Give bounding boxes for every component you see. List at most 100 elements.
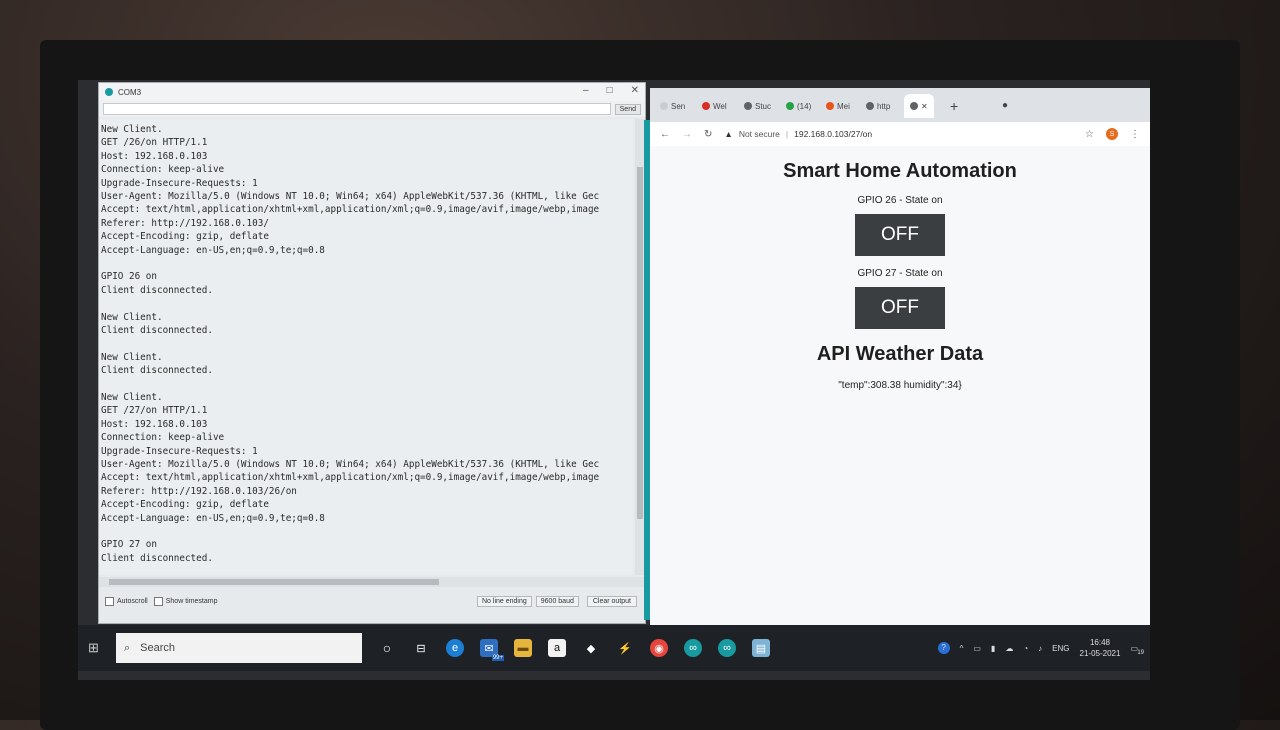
mail-icon[interactable]: ✉ 99+ — [480, 639, 504, 661]
taskbar-search[interactable]: ⌕ Search — [116, 633, 362, 663]
serial-line: User-Agent: Mozilla/5.0 (Windows NT 10.0… — [101, 459, 600, 470]
tab-strip: Sen Wel Stuc (14) Mei http ✕ + ● — [650, 88, 1150, 122]
serial-line: Connection: keep-alive — [101, 164, 225, 176]
serial-output: New Client. GET /26/on HTTP/1.1 Host: 192.… — [99, 119, 633, 575]
reload-icon[interactable]: ↻ — [704, 129, 712, 140]
menu-kebab-icon[interactable]: ⋮ — [1130, 129, 1140, 140]
battery-icon[interactable]: ▮ — [991, 644, 995, 653]
line-ending-select[interactable]: No line ending — [477, 595, 532, 607]
tab-search-icon[interactable]: ● — [1002, 100, 1008, 111]
search-icon: ⌕ — [124, 641, 131, 654]
serial-line: GET /27/on HTTP/1.1 — [101, 405, 208, 417]
gpio26-off-button[interactable]: OFF — [855, 214, 945, 256]
tab-6[interactable]: http — [866, 96, 890, 116]
close-button[interactable]: ✕ — [631, 85, 639, 96]
tidal-icon[interactable]: ⚡ — [616, 639, 634, 657]
tab-4[interactable]: (14) — [786, 96, 811, 116]
tab-2[interactable]: Wel — [702, 96, 727, 116]
serial-line — [99, 525, 101, 538]
serial-line: Accept: text/html,application/xhtml+xml,… — [101, 472, 600, 484]
back-icon[interactable]: ← — [660, 129, 670, 140]
serial-line — [99, 297, 101, 310]
serial-line: Accept-Encoding: gzip, deflate — [101, 231, 269, 243]
chevron-up-icon[interactable]: ^ — [960, 644, 964, 653]
serial-line — [99, 378, 101, 391]
serial-line — [99, 337, 101, 350]
edge-icon[interactable]: e — [446, 639, 464, 657]
serial-line: New Client. — [101, 392, 163, 403]
language-indicator[interactable]: ENG — [1052, 644, 1069, 653]
help-icon[interactable]: ? — [937, 642, 950, 654]
tab-3[interactable]: Stuc — [744, 96, 771, 116]
serial-line: New Client. — [101, 124, 163, 135]
chrome-icon[interactable]: ◉ — [650, 639, 668, 657]
maximize-button[interactable]: □ — [607, 85, 613, 96]
screen: COM3 – □ ✕ Send New Client. GET /26/on HT… — [78, 80, 1150, 680]
serial-line: New Client. — [101, 311, 163, 323]
tab-active[interactable]: ✕ — [904, 94, 934, 118]
clear-output-button[interactable]: Clear output — [586, 595, 637, 607]
send-button[interactable]: Send — [614, 103, 641, 115]
globe-icon — [910, 102, 918, 110]
arduino-taskbar-icon[interactable]: ∞ — [684, 639, 702, 657]
notepad-icon[interactable]: ▤ — [752, 639, 770, 657]
gpio27-off-button[interactable]: OFF — [855, 287, 945, 329]
serial-line: Accept-Encoding: gzip, deflate — [101, 499, 269, 511]
autoscroll-checkbox[interactable] — [105, 596, 114, 606]
cloud-icon[interactable]: ☁ — [1005, 644, 1013, 653]
url-text: 192.168.0.103/27/on — [794, 129, 873, 139]
clock[interactable]: 16:48 21-05-2021 — [1080, 637, 1121, 659]
serial-line: GPIO 26 on — [101, 271, 157, 283]
autoscroll-label: Autoscroll — [117, 597, 148, 605]
security-label: Not secure — [738, 129, 780, 139]
warning-icon: ▲ — [724, 129, 733, 139]
bookmark-star-icon[interactable]: ☆ — [1085, 129, 1094, 140]
taskbar: ⊞ ⌕ Search ○ ⊟ e ✉ 99+ ▬ a ◆ ⚡ ◉ ∞ ∞ ▤ ? … — [78, 625, 1150, 671]
arduino-icon — [105, 88, 113, 96]
serial-line: Upgrade-Insecure-Requests: 1 — [101, 445, 258, 457]
serial-line: Host: 192.168.0.103 — [101, 418, 208, 430]
tab-5[interactable]: Mei — [826, 96, 850, 116]
tab-close-icon[interactable]: ✕ — [921, 102, 928, 111]
serial-line: Referer: http://192.168.0.103/26/on — [101, 485, 297, 497]
folder-icon[interactable]: ▬ — [514, 639, 532, 657]
notification-icon[interactable]: ▭ 19 — [1130, 644, 1144, 656]
baud-select[interactable]: 9600 baud — [535, 595, 579, 607]
mail-badge: 99+ — [491, 655, 504, 661]
device-icon[interactable]: ▭ — [973, 644, 981, 653]
serial-line: Client disconnected. — [101, 284, 213, 296]
address-bar[interactable]: ▲ Not secure | 192.168.0.103/27/on — [724, 129, 872, 139]
dropbox-icon[interactable]: ◆ — [582, 639, 600, 657]
serial-send-input[interactable] — [103, 103, 611, 115]
new-tab-button[interactable]: + — [950, 98, 958, 114]
serial-line: Referer: http://192.168.0.103/ — [101, 217, 269, 229]
browser-window: Sen Wel Stuc (14) Mei http ✕ + ● ← → ↻ ▲… — [650, 88, 1150, 648]
volume-icon[interactable]: ♪ — [1038, 644, 1042, 653]
windows-start-icon[interactable]: ⊞ — [88, 640, 110, 656]
forward-icon[interactable]: → — [682, 129, 692, 140]
serial-monitor-window: COM3 – □ ✕ Send New Client. GET /26/on HT… — [98, 82, 646, 624]
serial-line: Connection: keep-alive — [101, 432, 225, 444]
serial-line: Accept: text/html,application/xhtml+xml,… — [101, 204, 600, 216]
search-placeholder: Search — [140, 642, 176, 654]
system-tray: ? ^ ▭ ▮ ☁ ◔ ♪ ENG 16:48 21-05-2021 ▭ 19 — [937, 625, 1150, 671]
amazon-icon[interactable]: a — [548, 639, 566, 657]
minimize-button[interactable]: – — [583, 85, 589, 96]
serial-line: Client disconnected. — [101, 365, 213, 377]
serial-line: User-Agent: Mozilla/5.0 (Windows NT 10.0… — [101, 191, 600, 202]
horizontal-scrollbar[interactable] — [99, 577, 645, 587]
timestamp-label: Show timestamp — [165, 597, 218, 605]
serial-titlebar[interactable]: COM3 – □ ✕ — [99, 83, 645, 101]
serial-line: New Client. — [101, 351, 163, 363]
wifi-icon[interactable]: ◔ — [1023, 644, 1028, 653]
timestamp-checkbox[interactable] — [153, 596, 163, 606]
serial-line: Client disconnected. — [101, 552, 213, 564]
serial-line: Accept-Language: en-US,en;q=0.9,te;q=0.8 — [101, 244, 325, 256]
cortana-icon[interactable]: ○ — [378, 639, 396, 657]
profile-avatar[interactable]: S — [1106, 128, 1118, 140]
serial-title: COM3 — [118, 87, 142, 97]
arduino-serial-taskbar-icon[interactable]: ∞ — [718, 639, 736, 657]
tab-1[interactable]: Sen — [660, 96, 685, 116]
task-view-icon[interactable]: ⊟ — [412, 639, 430, 657]
serial-line: Upgrade-Insecure-Requests: 1 — [101, 177, 258, 189]
